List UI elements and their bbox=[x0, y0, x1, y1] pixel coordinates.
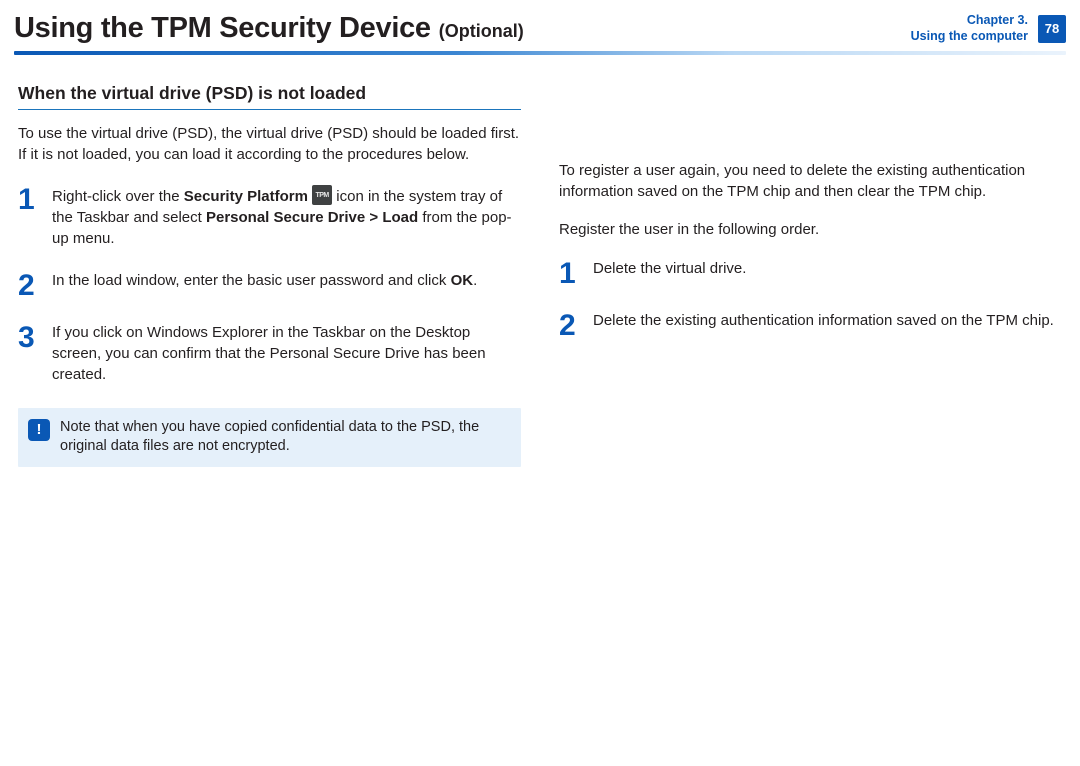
alert-icon: ! bbox=[28, 419, 50, 441]
text-fragment: In the load window, enter the basic user… bbox=[52, 272, 451, 289]
alert-mark: ! bbox=[37, 421, 42, 438]
step-row: 2 Delete the existing authentication inf… bbox=[559, 311, 1062, 341]
step-text: If you click on Windows Explorer in the … bbox=[52, 323, 521, 385]
intro-paragraph: Register the user in the following order… bbox=[559, 220, 1062, 241]
step-row: 3 If you click on Windows Explorer in th… bbox=[18, 323, 521, 385]
step-number: 3 bbox=[18, 323, 38, 385]
title-group: Using the TPM Security Device (Optional) bbox=[14, 12, 524, 45]
page-title-optional: (Optional) bbox=[439, 21, 524, 42]
bold-text: OK bbox=[451, 272, 474, 289]
left-column: When the virtual drive (PSD) is not load… bbox=[18, 83, 521, 467]
right-column: To register a user again, you need to de… bbox=[559, 83, 1062, 467]
step-number: 1 bbox=[559, 259, 579, 289]
step-text: Right-click over the Security Platform T… bbox=[52, 185, 521, 249]
chapter-info: Chapter 3. Using the computer bbox=[911, 13, 1028, 44]
chapter-line-2: Using the computer bbox=[911, 29, 1028, 45]
text-fragment: Right-click over the bbox=[52, 188, 184, 205]
page-number-badge: 78 bbox=[1038, 15, 1066, 43]
step-text: In the load window, enter the basic user… bbox=[52, 271, 521, 301]
step-row: 1 Delete the virtual drive. bbox=[559, 259, 1062, 289]
bold-text: Personal Secure Drive > Load bbox=[206, 209, 418, 226]
step-row: 1 Right-click over the Security Platform… bbox=[18, 185, 521, 249]
step-text: Delete the virtual drive. bbox=[593, 259, 1062, 289]
content-area: When the virtual drive (PSD) is not load… bbox=[0, 55, 1080, 467]
intro-paragraph: To use the virtual drive (PSD), the virt… bbox=[18, 124, 521, 165]
section-heading: When the virtual drive (PSD) is not load… bbox=[18, 83, 521, 110]
note-text: Note that when you have copied confident… bbox=[60, 418, 509, 457]
step-number: 2 bbox=[559, 311, 579, 341]
step-number: 1 bbox=[18, 185, 38, 249]
step-text: Delete the existing authentication infor… bbox=[593, 311, 1062, 341]
intro-paragraph: To register a user again, you need to de… bbox=[559, 161, 1062, 202]
page-header: Using the TPM Security Device (Optional)… bbox=[0, 0, 1080, 51]
page-title: Using the TPM Security Device bbox=[14, 12, 431, 45]
chapter-group: Chapter 3. Using the computer 78 bbox=[911, 13, 1066, 44]
note-box: ! Note that when you have copied confide… bbox=[18, 408, 521, 467]
step-row: 2 In the load window, enter the basic us… bbox=[18, 271, 521, 301]
text-fragment: . bbox=[473, 272, 477, 289]
bold-text: Security Platform bbox=[184, 188, 308, 205]
step-number: 2 bbox=[18, 271, 38, 301]
chapter-line-1: Chapter 3. bbox=[911, 13, 1028, 29]
tpm-icon: TPM bbox=[312, 185, 332, 205]
